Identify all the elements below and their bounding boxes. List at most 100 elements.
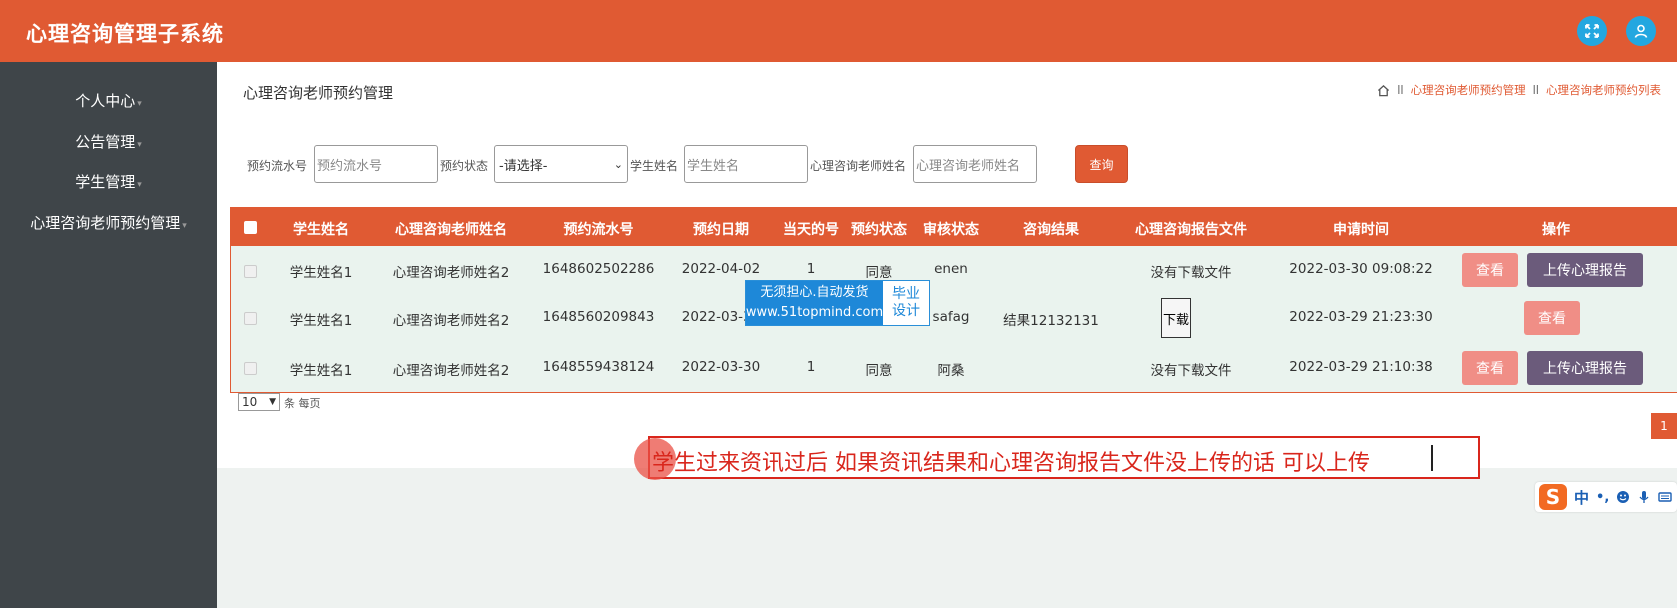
sidebar-item-label: 心理咨询老师预约管理: [30, 214, 181, 232]
cell-result: 结果12132131: [1003, 313, 1099, 329]
status-select[interactable]: -请选择- ⌄: [494, 145, 628, 183]
download-button[interactable]: 下载: [1161, 298, 1191, 338]
sogou-logo-icon[interactable]: S: [1539, 484, 1567, 510]
page-size-select[interactable]: 10 ▼: [238, 393, 280, 411]
ime-punct[interactable]: •,: [1596, 490, 1609, 505]
row-checkbox[interactable]: [244, 312, 257, 325]
cell-teacher: 心理咨询老师姓名2: [392, 265, 510, 281]
sidebar-item-label: 公告管理: [75, 133, 136, 151]
cell-review: 阿桑: [937, 363, 965, 379]
watermark-line: 无须担心.自动发货: [760, 285, 869, 300]
status-label: 预约状态: [440, 159, 489, 173]
watermark-side-line: 毕业: [892, 286, 920, 302]
column-header: 咨询结果: [1023, 222, 1079, 238]
serial-input[interactable]: 预约流水号: [314, 145, 438, 183]
column-header: 学生姓名: [293, 222, 349, 238]
caret-down-icon: ▾: [137, 99, 142, 109]
breadcrumb-item[interactable]: 心理咨询老师预约管理: [1411, 82, 1526, 98]
chevron-down-icon: ▼: [269, 397, 276, 407]
cell-file: 没有下载文件: [1150, 265, 1232, 281]
breadcrumb-separator: ll: [1397, 83, 1404, 97]
status-select-value: -请选择-: [499, 158, 548, 174]
column-header: 申请时间: [1333, 222, 1389, 238]
column-header: 审核状态: [923, 222, 979, 238]
breadcrumb-separator: ll: [1532, 83, 1539, 97]
home-icon[interactable]: [1377, 84, 1390, 97]
sidebar-item-announcements[interactable]: 公告管理 ▾: [0, 131, 217, 152]
watermark-side-line: 设计: [892, 303, 920, 319]
sidebar-item-appointments[interactable]: 心理咨询老师预约管理 ▾: [0, 212, 217, 233]
cell-time: 2022-03-29 21:23:30: [1289, 309, 1433, 325]
ime-mode[interactable]: 中: [1574, 487, 1589, 508]
cell-date: 2022-04-02: [681, 261, 761, 277]
student-input[interactable]: 学生姓名: [684, 145, 808, 183]
caret-down-icon: ▾: [182, 221, 187, 231]
text-cursor: [1431, 445, 1433, 471]
main-footer-area: [217, 468, 1677, 608]
cell-serial: 1648560209843: [542, 309, 655, 325]
cell-date: 2022-03-30: [681, 359, 761, 375]
row-checkbox[interactable]: [244, 265, 257, 278]
microphone-icon[interactable]: [1637, 490, 1651, 504]
watermark-badge: 无须担心.自动发货 www.51topmind.com 毕业 设计: [745, 280, 930, 326]
cell-time: 2022-03-29 21:10:38: [1289, 359, 1433, 375]
student-label: 学生姓名: [630, 159, 679, 173]
column-header: 心理咨询报告文件: [1135, 222, 1247, 238]
fullscreen-icon: [1585, 24, 1599, 38]
top-header: 心理咨询管理子系统: [0, 0, 1677, 62]
cell-teacher: 心理咨询老师姓名2: [392, 313, 510, 329]
cell-student: 学生姓名1: [289, 363, 353, 379]
upload-report-button[interactable]: 上传心理报告: [1527, 253, 1643, 287]
caption-text: 学生过来资讯过后 如果资讯结果和心理咨询报告文件没上传的话 可以上传: [652, 451, 1370, 476]
cell-status: 同意: [865, 265, 893, 281]
view-button[interactable]: 查看: [1462, 351, 1518, 385]
table-header: 学生姓名 心理咨询老师姓名 预约流水号 预约日期 当天的号 预约状态 审核状态 …: [231, 208, 1677, 246]
column-header: 操作: [1542, 222, 1570, 238]
teacher-input[interactable]: 心理咨询老师姓名: [913, 145, 1037, 183]
caret-down-icon: ▾: [137, 180, 142, 190]
table-row: 学生姓名1 心理咨询老师姓名2 1648602502286 2022-04-02…: [231, 246, 1677, 294]
breadcrumb-item[interactable]: 心理咨询老师预约列表: [1546, 82, 1661, 98]
teacher-label: 心理咨询老师姓名: [810, 159, 907, 173]
upload-report-button[interactable]: 上传心理报告: [1527, 351, 1643, 385]
sidebar-item-personal-center[interactable]: 个人中心 ▾: [0, 90, 217, 111]
column-header: 心理咨询老师姓名: [395, 222, 507, 238]
chevron-down-icon: ⌄: [613, 157, 623, 171]
ime-toolbar: S 中 •,: [1535, 482, 1677, 512]
keyboard-icon[interactable]: [1658, 490, 1672, 504]
page-size-value: 10: [242, 395, 258, 409]
appointments-table: 学生姓名 心理咨询老师姓名 预约流水号 预约日期 当天的号 预约状态 审核状态 …: [230, 207, 1677, 393]
fullscreen-button[interactable]: [1577, 16, 1607, 46]
watermark-main: 无须担心.自动发货 www.51topmind.com: [746, 281, 883, 325]
table-row: 学生姓名1 心理咨询老师姓名2 1648560209843 2022-03-30…: [231, 294, 1677, 342]
serial-label: 预约流水号: [247, 159, 308, 173]
column-header: 预约流水号: [563, 222, 634, 238]
cell-teacher: 心理咨询老师姓名2: [392, 363, 510, 379]
column-header: 预约日期: [693, 222, 749, 238]
select-all-checkbox[interactable]: [244, 221, 257, 234]
per-page-label: 条 每页: [284, 397, 321, 410]
view-button[interactable]: 查看: [1462, 253, 1518, 287]
cell-serial: 1648602502286: [542, 261, 655, 277]
row-checkbox[interactable]: [244, 362, 257, 375]
page-number-button[interactable]: 1: [1651, 413, 1677, 439]
caret-down-icon: ▾: [137, 140, 142, 150]
cell-student: 学生姓名1: [289, 313, 353, 329]
watermark-line: www.51topmind.com: [745, 305, 884, 320]
user-button[interactable]: [1626, 16, 1656, 46]
view-button[interactable]: 查看: [1524, 301, 1580, 335]
cell-serial: 1648559438124: [542, 359, 655, 375]
emoji-icon[interactable]: [1616, 490, 1630, 504]
cell-file: 没有下载文件: [1150, 363, 1232, 379]
page-title: 心理咨询老师预约管理: [243, 84, 394, 102]
cell-review: enen: [934, 261, 968, 277]
sidebar-item-students[interactable]: 学生管理 ▾: [0, 171, 217, 192]
column-header: 预约状态: [851, 222, 907, 238]
search-button[interactable]: 查询: [1075, 145, 1128, 183]
app-title: 心理咨询管理子系统: [26, 22, 224, 46]
breadcrumb: ll 心理咨询老师预约管理 ll 心理咨询老师预约列表: [1377, 82, 1661, 98]
table-row: 学生姓名1 心理咨询老师姓名2 1648559438124 2022-03-30…: [231, 342, 1677, 390]
cell-status: 同意: [865, 363, 893, 379]
user-icon: [1634, 24, 1648, 38]
sidebar-item-label: 学生管理: [75, 173, 136, 191]
